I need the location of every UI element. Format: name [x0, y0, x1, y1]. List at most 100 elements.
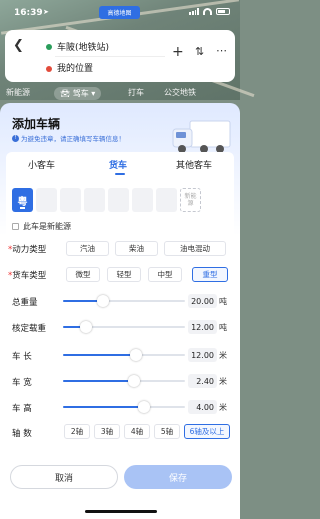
truck-option-mini[interactable]: 微型 — [66, 267, 100, 282]
slider-unit: 米 — [219, 403, 227, 412]
wifi-icon — [203, 8, 212, 15]
truck-option-light[interactable]: 轻型 — [107, 267, 141, 282]
plate-char[interactable] — [84, 188, 105, 212]
slider-label: 核定载重 — [12, 324, 47, 334]
axle-label: 轴 数 — [12, 429, 32, 439]
active-tab-indicator — [115, 173, 125, 175]
status-time: 16:39 — [14, 8, 43, 18]
truck-type-row: *货车类型 微型 轻型 中型 重型 — [8, 267, 234, 282]
slider-track[interactable] — [63, 295, 185, 307]
slider-thumb[interactable] — [137, 401, 150, 413]
home-indicator — [85, 510, 157, 513]
slider-label: 总重量 — [12, 298, 38, 308]
sheet-subtitle: ! 为避免违章，请正确填写车辆信息！ — [12, 133, 125, 143]
plate-char[interactable] — [60, 188, 81, 212]
sheet-title: 添加车辆 — [12, 117, 61, 131]
slider-unit: 米 — [219, 351, 227, 360]
signal-icon — [189, 8, 199, 15]
slider-track[interactable] — [63, 321, 185, 333]
plate-char[interactable] — [36, 188, 57, 212]
vehicle-type-tabs: 小客车 货车 其他客车 — [6, 152, 234, 178]
status-bar: 16:39 ➤ 高德地图 — [0, 0, 240, 22]
info-icon: ! — [12, 134, 19, 142]
status-icons — [189, 8, 230, 15]
slider-value-input[interactable]: 4.00 — [188, 400, 217, 414]
axle-row: 轴 数 2轴 3轴 4轴 5轴 6轴及以上 — [2, 423, 230, 441]
add-vehicle-sheet: 添加车辆 ! 为避免违章，请正确填写车辆信息！ 小客车 货车 其他客车 粤 新能 — [0, 103, 240, 519]
mode-tab-drive-label: 驾车 — [72, 89, 89, 98]
plate-char[interactable] — [156, 188, 177, 212]
slider-thumb[interactable] — [97, 295, 110, 307]
tab-car[interactable]: 小客车 — [28, 158, 55, 171]
plate-char[interactable] — [132, 188, 153, 212]
axle-option-6plus[interactable]: 6轴及以上 — [184, 424, 230, 439]
axle-option-5[interactable]: 5轴 — [154, 424, 180, 439]
power-type-row: *动力类型 汽油 柴油 油电混动 — [8, 241, 234, 256]
slider-fill — [63, 380, 134, 382]
truck-form: 粤 新能 源 此车是新能源 *动力类型 汽油 柴油 油电混动 *货车类型 微型 … — [6, 178, 234, 438]
new-energy-slot-label: 源 — [187, 200, 194, 207]
slider-value-input[interactable]: 12.00 — [188, 320, 217, 334]
battery-icon — [216, 8, 230, 15]
slider-label: 车 长 — [12, 352, 32, 362]
slider-row: 总重量 20.00 吨 — [8, 294, 234, 308]
mode-tab-taxi[interactable]: 打车 — [128, 87, 144, 98]
slider-thumb[interactable] — [127, 375, 140, 387]
location-arrow-icon: ➤ — [43, 8, 49, 16]
car-icon: 🚘︎ — [60, 89, 71, 98]
slider-row: 车 高 4.00 米 — [8, 400, 234, 414]
new-energy-checkbox[interactable] — [12, 223, 19, 230]
slider-unit: 米 — [219, 377, 227, 386]
plate-char[interactable] — [108, 188, 129, 212]
slider-label: 车 高 — [12, 404, 32, 414]
axle-option-4[interactable]: 4轴 — [124, 424, 150, 439]
tab-truck[interactable]: 货车 — [109, 158, 127, 171]
save-button[interactable]: 保存 — [124, 465, 232, 489]
route-start[interactable]: 车陂(地铁站) — [57, 40, 109, 53]
more-icon[interactable]: ⋯ — [216, 44, 227, 57]
slider-track[interactable] — [63, 349, 185, 361]
plate-input: 粤 新能 源 — [12, 188, 201, 212]
power-type-label: *动力类型 — [8, 244, 47, 255]
truck-type-label: *货车类型 — [8, 270, 47, 281]
add-waypoint-icon[interactable]: + — [172, 44, 184, 60]
slider-value-input[interactable]: 20.00 — [188, 294, 217, 308]
slider-row: 核定载重 12.00 吨 — [8, 320, 234, 334]
mode-tab-drive[interactable]: 🚘︎ 驾车 ▾ — [54, 87, 102, 100]
swap-icon[interactable]: ⇅ — [195, 45, 204, 58]
power-option-diesel[interactable]: 柴油 — [115, 241, 158, 256]
back-icon[interactable]: ❮ — [13, 38, 24, 53]
plate-new-energy-slot[interactable]: 新能 源 — [180, 188, 201, 212]
truck-option-heavy[interactable]: 重型 — [192, 267, 228, 282]
slider-track[interactable] — [63, 375, 185, 387]
mode-tab-transit[interactable]: 公交地铁 — [164, 87, 196, 98]
mode-tabs: 新能源 🚘︎ 驾车 ▾ 打车 公交地铁 — [0, 84, 240, 102]
app-badge-label: 高德地图 — [107, 10, 132, 17]
end-dot-icon — [46, 66, 52, 72]
slider-thumb[interactable] — [80, 321, 93, 333]
sheet-subtitle-text: 为避免违章，请正确填写车辆信息！ — [21, 135, 125, 143]
truck-illustration — [172, 120, 231, 153]
axle-option-3[interactable]: 3轴 — [94, 424, 120, 439]
new-energy-option[interactable]: 此车是新能源 — [12, 221, 71, 232]
slider-fill — [63, 406, 144, 408]
tab-other-bus[interactable]: 其他客车 — [176, 158, 212, 171]
app-badge[interactable]: 高德地图 — [99, 6, 140, 19]
route-divider — [55, 56, 165, 57]
plate-province[interactable]: 粤 — [12, 188, 33, 212]
mode-tab-new-energy[interactable]: 新能源 — [6, 87, 30, 98]
route-end[interactable]: 我的位置 — [57, 61, 93, 74]
power-option-gasoline[interactable]: 汽油 — [66, 241, 109, 256]
slider-track[interactable] — [63, 401, 185, 413]
axle-option-2[interactable]: 2轴 — [64, 424, 90, 439]
slider-value-input[interactable]: 2.40 — [188, 374, 217, 388]
power-option-hybrid[interactable]: 油电混动 — [164, 241, 226, 256]
start-dot-icon — [46, 44, 52, 50]
slider-value-input[interactable]: 12.00 — [188, 348, 217, 362]
slider-unit: 吨 — [219, 323, 227, 332]
slider-thumb[interactable] — [130, 349, 143, 361]
truck-option-medium[interactable]: 中型 — [148, 267, 182, 282]
slider-label: 车 宽 — [12, 378, 32, 388]
slider-unit: 吨 — [219, 297, 227, 306]
cancel-button[interactable]: 取消 — [10, 465, 118, 489]
